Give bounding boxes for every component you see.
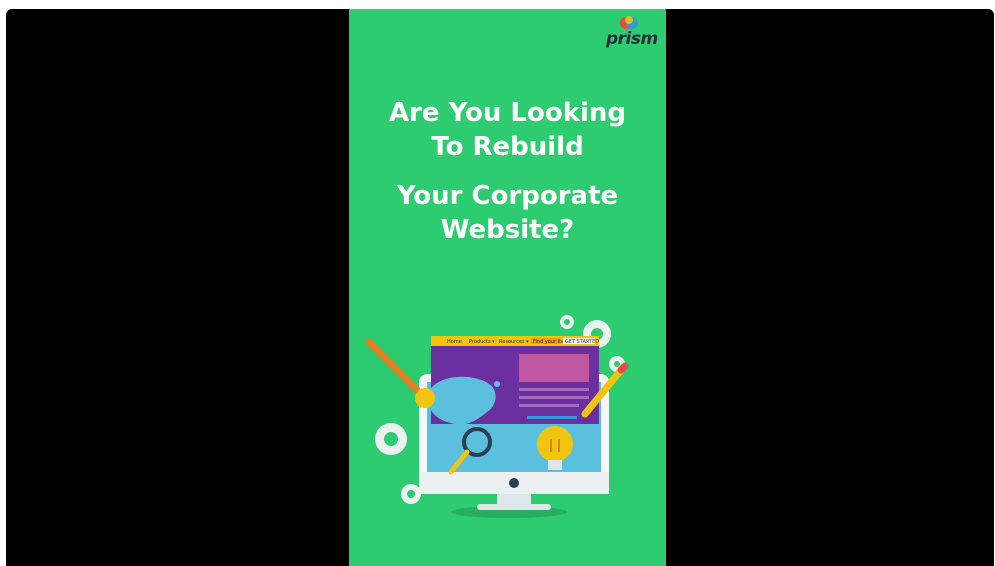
headline-line-4: Website?	[440, 215, 575, 245]
prism-logo-text: prism	[606, 29, 658, 49]
content-button	[527, 416, 577, 419]
monitor-base	[477, 504, 551, 510]
prism-logo: prism	[604, 15, 662, 55]
nav-products: Products ▾	[469, 339, 495, 345]
content-image	[519, 354, 589, 382]
headline-line-2: To Rebuild	[431, 132, 584, 162]
headline-line-1: Are You Looking	[388, 98, 627, 128]
website-illustration: Home Products ▾ Resources ▾ Find your it…	[365, 315, 629, 518]
video-player[interactable]: prism Are You Looking To Rebuild Your Co…	[6, 9, 994, 566]
content-line	[519, 396, 589, 399]
content-line	[519, 388, 589, 391]
headline-block-2: Your Corporate Website?	[349, 179, 666, 247]
headline-block-1: Are You Looking To Rebuild	[349, 96, 666, 164]
content-line	[519, 404, 579, 407]
video-frame: prism Are You Looking To Rebuild Your Co…	[349, 9, 666, 566]
nav-home: Home	[447, 339, 462, 345]
apple-icon	[509, 478, 519, 488]
headline-line-3: Your Corporate	[396, 181, 619, 211]
nav-resources: Resources ▾	[499, 339, 529, 345]
monitor-stand	[497, 494, 531, 504]
nav-cta: GET STARTED	[565, 339, 599, 345]
